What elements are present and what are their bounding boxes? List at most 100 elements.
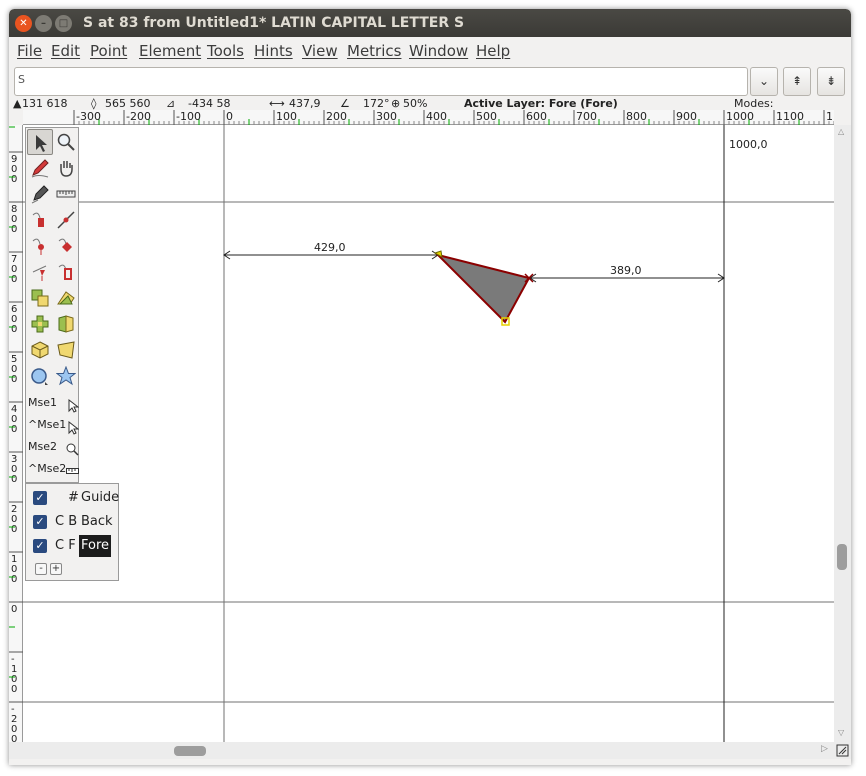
ellipse-tool[interactable] [27, 363, 53, 389]
spiro-icon [58, 264, 72, 280]
layer-row-back[interactable]: ✓ C B Back [26, 511, 119, 533]
hruler-tick-label: 1100 [776, 110, 804, 123]
layer-back-checkbox[interactable]: ✓ [33, 515, 47, 529]
vertical-ruler-ticks: 9008007006005004003002001000-100-200 [9, 126, 23, 745]
hruler-tick-label: 300 [376, 110, 397, 123]
ctrl-mouse1-label: ^Mse1 [28, 418, 67, 431]
maximize-window-button[interactable]: □ [55, 15, 72, 32]
layer-guide-checkbox[interactable]: ✓ [33, 491, 47, 505]
scroll-hand-tool[interactable] [53, 155, 79, 181]
horizontal-scrollbar[interactable]: ▷ [9, 742, 834, 759]
menu-file[interactable]: File [17, 42, 42, 60]
pointer-tool[interactable] [27, 129, 53, 155]
dropdown-button[interactable]: ⌄ [750, 67, 778, 96]
offset-icon: ⊿ [166, 97, 176, 110]
layer-fore-name[interactable]: Fore [79, 535, 112, 557]
vruler-tick-label-char: 0 [11, 174, 17, 185]
vruler-tick-label-char: 0 [11, 734, 17, 742]
star-icon [56, 366, 76, 386]
rotate-tool[interactable] [53, 285, 79, 311]
ellipse-icon [31, 368, 48, 385]
menu-help[interactable]: Help [476, 42, 510, 60]
vruler-tick-label-char: 0 [11, 604, 17, 615]
close-window-button[interactable]: ✕ [15, 15, 32, 32]
scroll-down-arrow-icon[interactable]: ▽ [838, 728, 844, 737]
knife-icon [57, 211, 75, 229]
glyph-name-field[interactable]: S [14, 67, 748, 96]
resize-grip[interactable] [834, 742, 851, 759]
star-tool[interactable] [53, 363, 79, 389]
menu-element[interactable]: Element [139, 42, 201, 60]
perspective-tool[interactable] [53, 337, 79, 363]
hruler-tick-label: 600 [526, 110, 547, 123]
angle-value: 172° [363, 97, 390, 110]
layer-fore-prefix: C F [55, 538, 76, 553]
zoom-value: 50% [403, 97, 428, 110]
magnify-tool[interactable] [53, 129, 79, 155]
glyph-canvas-svg: 1000,0 429,0 389,0 [23, 125, 834, 742]
tangent-point-tool[interactable] [27, 259, 53, 285]
menu-point[interactable]: Point [90, 42, 127, 60]
scale-icon [31, 289, 49, 307]
scroll-up-arrow-icon[interactable]: △ [838, 127, 844, 136]
knife-tool[interactable] [53, 207, 79, 233]
vertical-scroll-thumb[interactable] [837, 544, 847, 570]
menu-tools[interactable]: Tools [207, 42, 244, 60]
flip-tool[interactable] [27, 311, 53, 337]
minimize-window-button[interactable]: – [35, 15, 52, 32]
spiro-tool[interactable] [53, 259, 79, 285]
layer-guide-name[interactable]: Guide [81, 490, 119, 505]
scroll-right-arrow-icon[interactable]: ▷ [821, 744, 828, 754]
pointer-icon [36, 135, 47, 152]
curve-point-tool[interactable] [27, 207, 53, 233]
fontforge-glyph-window: ✕ – □ S at 83 from Untitled1* LATIN CAPI… [9, 9, 851, 765]
vruler-tick-label-char: 0 [11, 374, 17, 385]
distance-value: 437,9 [289, 97, 321, 110]
add-layer-button[interactable]: + [50, 563, 62, 575]
glyph-edit-canvas[interactable]: 1000,0 429,0 389,0 [23, 125, 834, 742]
skew-tool[interactable] [53, 311, 79, 337]
vruler-tick-label-char: 0 [11, 224, 17, 235]
freehand-tool[interactable] [27, 155, 53, 181]
layer-back-prefix: C B [55, 514, 78, 529]
scale-tool[interactable] [27, 285, 53, 311]
vertical-scrollbar[interactable]: △ ▽ [834, 125, 851, 742]
hruler-tick-label: -300 [76, 110, 101, 123]
menu-metrics[interactable]: Metrics [347, 42, 401, 60]
hruler-tick-label: 1 [826, 110, 833, 123]
layer-row-fore[interactable]: ✓ C F Fore [26, 535, 119, 557]
hruler-tick-label: 800 [626, 110, 647, 123]
hruler-tick-label: -100 [176, 110, 201, 123]
ctrl-mouse2-label: ^Mse2 [28, 462, 67, 475]
menu-window[interactable]: Window [409, 42, 468, 60]
horizontal-ruler: -300 -200 -100 0 100 200 300 400 500 600 700 800 900… [23, 110, 850, 125]
hruler-tick-label: -200 [126, 110, 151, 123]
zoom-icon: ⊕ [391, 97, 401, 110]
remove-layer-button[interactable]: - [35, 563, 47, 575]
mouse1-label: Mse1 [28, 396, 57, 409]
menu-edit[interactable]: Edit [51, 42, 80, 60]
distance-icon: ⟷ [269, 97, 285, 110]
glyph-contour[interactable] [434, 253, 531, 324]
next-glyph-button[interactable]: ⇟ [817, 67, 845, 96]
hv-curve-tool[interactable] [27, 233, 53, 259]
layer-row-guide[interactable]: ✓ # Guide [26, 487, 119, 509]
curve-point-icon [32, 212, 44, 227]
layer-back-name[interactable]: Back [81, 514, 113, 529]
hruler-tick-label: 900 [676, 110, 697, 123]
vruler-tick-label-char: 0 [11, 424, 17, 435]
modes-label: Modes: [734, 97, 774, 110]
pen-tool[interactable] [27, 181, 53, 207]
ruler-tool[interactable] [53, 181, 79, 207]
menu-hints[interactable]: Hints [254, 42, 293, 60]
menu-view[interactable]: View [302, 42, 338, 60]
layer-fore-checkbox[interactable]: ✓ [33, 539, 47, 553]
3d-rotate-tool[interactable] [27, 337, 53, 363]
active-layer-label: Active Layer: Fore (Fore) [464, 97, 618, 110]
previous-glyph-button[interactable]: ⇞ [783, 67, 811, 96]
horizontal-scroll-thumb[interactable] [174, 746, 206, 756]
title-bar: ✕ – □ S at 83 from Untitled1* LATIN CAPI… [9, 9, 851, 37]
corner-point-icon [58, 238, 72, 252]
corner-point-tool[interactable] [53, 233, 79, 259]
window-title: S at 83 from Untitled1* LATIN CAPITAL LE… [83, 15, 465, 31]
